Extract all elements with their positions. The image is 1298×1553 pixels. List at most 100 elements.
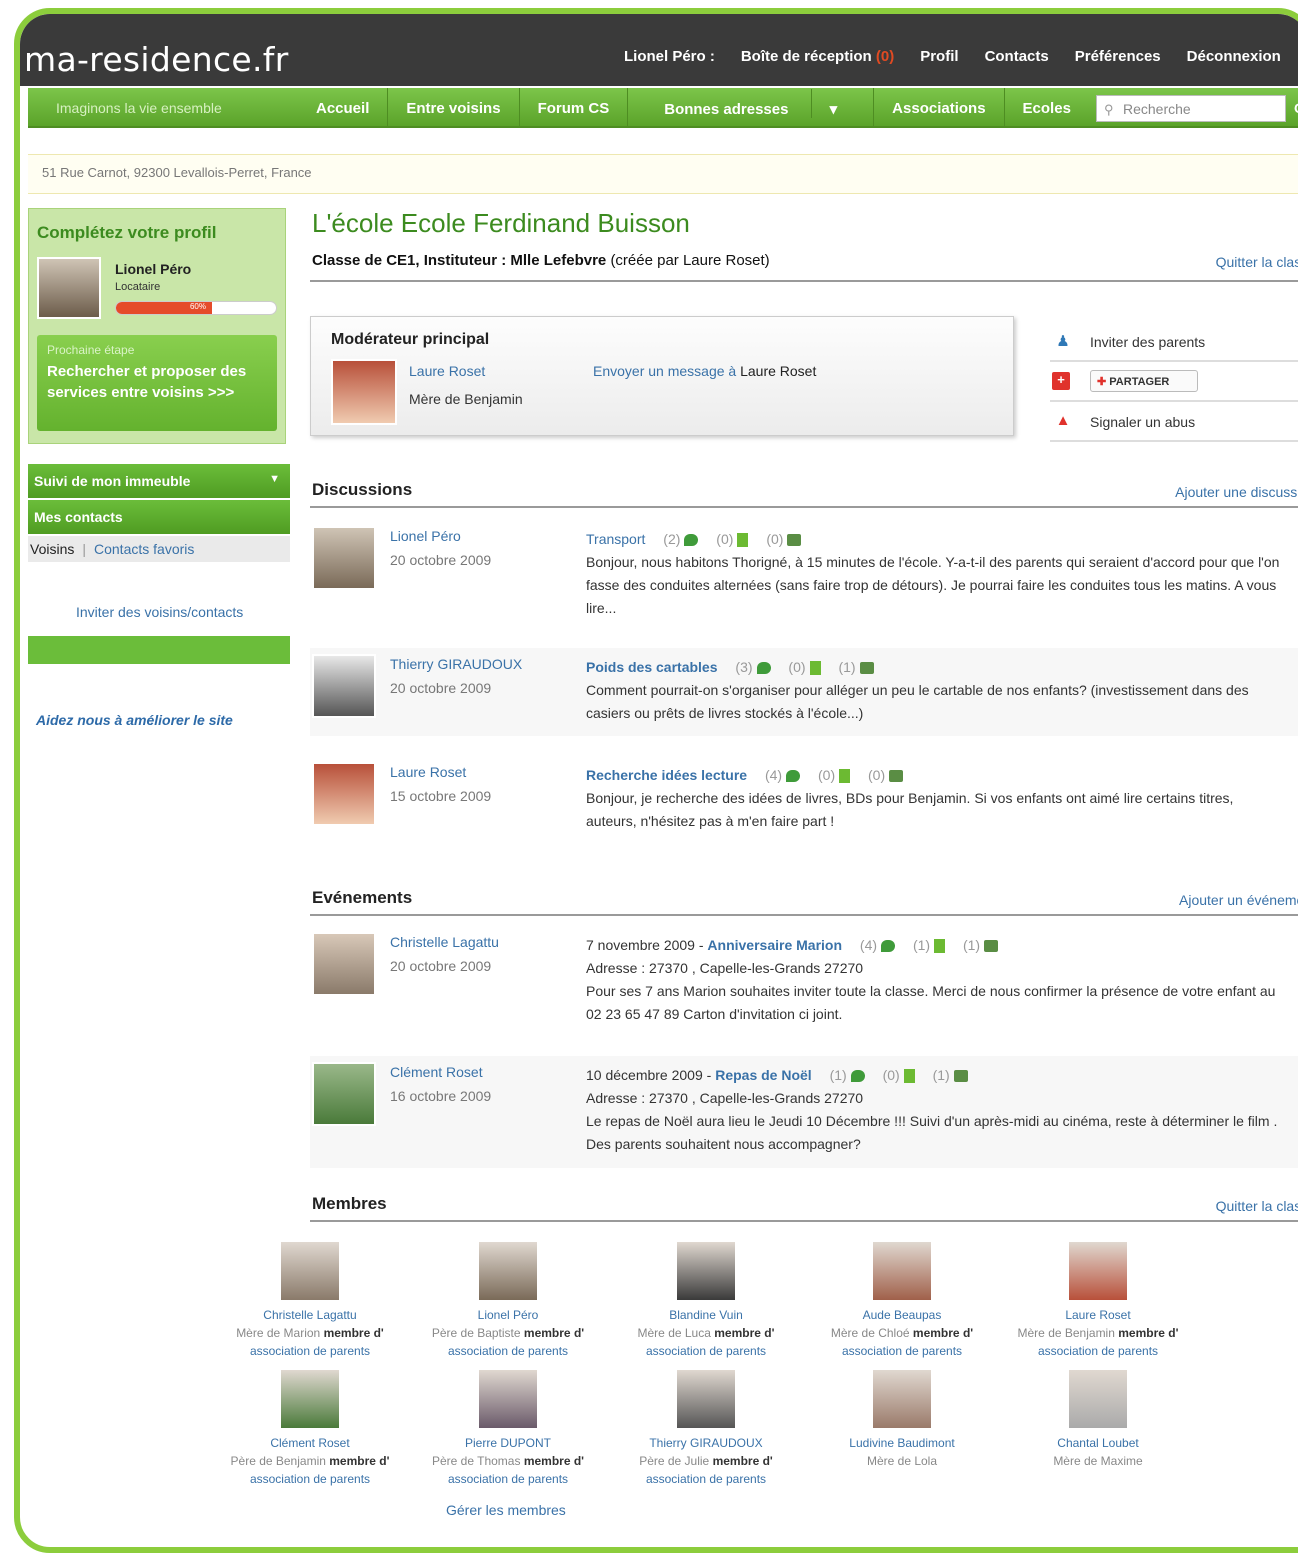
avatar[interactable] <box>477 1368 539 1430</box>
warning-icon: ▲ <box>1055 412 1071 429</box>
association-link[interactable]: association de parents <box>842 1344 962 1358</box>
discussion-date: 15 octobre 2009 <box>390 788 492 804</box>
member-card[interactable]: Aude Beaupas Mère de Chloé membre d' assoc… <box>804 1240 1000 1360</box>
association-link[interactable]: association de parents <box>646 1472 766 1486</box>
member-card[interactable]: Lionel Péro Père de Baptiste membre d' ass… <box>410 1240 606 1360</box>
event-title[interactable]: Anniversaire Marion <box>707 937 842 953</box>
comment-icon <box>684 534 699 547</box>
nav-item-associations[interactable]: Associations <box>873 88 1003 126</box>
nav-item-accueil[interactable]: Accueil <box>298 88 387 126</box>
discussion-title[interactable]: Transport <box>586 531 645 547</box>
avatar[interactable] <box>312 932 376 996</box>
avatar[interactable] <box>1067 1368 1129 1430</box>
menu-building-followup[interactable]: Suivi de mon immeuble ▼ <box>28 464 290 498</box>
search-input[interactable]: ⚲ Recherche <box>1096 95 1286 122</box>
association-link[interactable]: association de parents <box>448 1472 568 1486</box>
member-name[interactable]: Thierry GIRAUDOUX <box>608 1434 804 1452</box>
report-abuse-action[interactable]: ▲ Signaler un abus <box>1050 402 1298 442</box>
preferences-link[interactable]: Préférences <box>1075 48 1161 65</box>
association-link[interactable]: association de parents <box>646 1344 766 1358</box>
member-role: Père de Benjamin <box>230 1454 326 1468</box>
logout-link[interactable]: Déconnexion <box>1187 48 1281 65</box>
contacts-link[interactable]: Contacts <box>985 48 1049 65</box>
user-name[interactable]: Lionel Péro <box>115 261 191 277</box>
member-card[interactable]: Thierry GIRAUDOUX Père de Julie membre d'… <box>608 1368 804 1488</box>
member-name[interactable]: Aude Beaupas <box>804 1306 1000 1324</box>
avatar[interactable] <box>37 257 101 319</box>
avatar[interactable] <box>675 1240 737 1302</box>
member-card[interactable]: Christelle Lagattu Mère de Marion membre … <box>212 1240 408 1360</box>
members-heading: Membres <box>312 1194 387 1213</box>
association-link[interactable]: association de parents <box>250 1472 370 1486</box>
member-card[interactable]: Ludivine Baudimont Mère de Lola <box>804 1368 1000 1470</box>
event-author[interactable]: Clément Roset <box>390 1064 483 1080</box>
share-button[interactable]: ✚ PARTAGER <box>1090 370 1198 392</box>
avatar[interactable] <box>279 1368 341 1430</box>
invite-neighbors-link[interactable]: Inviter des voisins/contacts <box>76 604 243 620</box>
discussion-author[interactable]: Thierry GIRAUDOUX <box>390 656 522 672</box>
discussion-row: Thierry GIRAUDOUX 20 octobre 2009 Poids … <box>310 648 1298 736</box>
search-button[interactable]: OK <box>1294 100 1298 116</box>
event-author[interactable]: Christelle Lagattu <box>390 934 499 950</box>
avatar[interactable] <box>312 1062 376 1126</box>
tab-favorites[interactable]: Contacts favoris <box>94 541 194 557</box>
member-card[interactable]: Blandine Vuin Mère de Luca membre d' assoc… <box>608 1240 804 1360</box>
quit-class-link-members[interactable]: Quitter la classe <box>1216 1198 1298 1214</box>
nav-item-forum[interactable]: Forum CS <box>518 88 628 126</box>
avatar[interactable] <box>312 654 376 718</box>
profile-completion-title[interactable]: Complétez votre profil <box>37 223 216 243</box>
nav-item-ecoles[interactable]: Ecoles <box>1003 88 1089 126</box>
moderator-name[interactable]: Laure Roset <box>409 363 485 379</box>
avatar[interactable] <box>675 1368 737 1430</box>
avatar[interactable] <box>312 526 376 590</box>
inbox-link[interactable]: Boîte de réception (0) <box>741 48 894 65</box>
association-link[interactable]: association de parents <box>1038 1344 1158 1358</box>
avatar[interactable] <box>871 1368 933 1430</box>
nav-item-bonnes-adresses[interactable]: Bonnes adresses ▾ <box>627 88 873 126</box>
discussion-content: Recherche idées lecture (4) (0) (0) Bonj… <box>586 764 1286 833</box>
quit-class-link[interactable]: Quitter la classe <box>1216 254 1298 270</box>
avatar[interactable] <box>1067 1240 1129 1302</box>
profile-link[interactable]: Profil <box>920 48 958 65</box>
nav-item-entre-voisins[interactable]: Entre voisins <box>387 88 518 126</box>
avatar[interactable] <box>477 1240 539 1302</box>
member-card[interactable]: Chantal Loubet Mère de Maxime <box>1000 1368 1196 1470</box>
tab-neighbors[interactable]: Voisins <box>30 541 74 557</box>
discussion-title[interactable]: Recherche idées lecture <box>586 767 747 783</box>
member-name[interactable]: Pierre DUPONT <box>410 1434 606 1452</box>
discussion-title[interactable]: Poids des cartables <box>586 659 718 675</box>
avatar[interactable] <box>279 1240 341 1302</box>
member-name[interactable]: Blandine Vuin <box>608 1306 804 1324</box>
site-logo[interactable]: ma-residence.fr <box>24 40 289 79</box>
send-message-link[interactable]: Envoyer un message à Laure Roset <box>593 363 816 379</box>
next-step-link[interactable]: Rechercher et proposer des services entr… <box>47 361 262 403</box>
member-name[interactable]: Laure Roset <box>1000 1306 1196 1324</box>
next-step-box[interactable]: Prochaine étape Rechercher et proposer d… <box>37 335 277 431</box>
member-card[interactable]: Clément Roset Père de Benjamin membre d' a… <box>212 1368 408 1488</box>
menu-my-contacts[interactable]: Mes contacts <box>28 500 290 534</box>
member-name[interactable]: Lionel Péro <box>410 1306 606 1324</box>
member-card[interactable]: Laure Roset Mère de Benjamin membre d' ass… <box>1000 1240 1196 1360</box>
discussion-author[interactable]: Lionel Péro <box>390 528 461 544</box>
member-name[interactable]: Christelle Lagattu <box>212 1306 408 1324</box>
member-name[interactable]: Ludivine Baudimont <box>804 1434 1000 1452</box>
add-discussion-link[interactable]: Ajouter une discussion <box>1175 484 1298 500</box>
invite-parents-action[interactable]: ♟ Inviter des parents <box>1050 322 1298 362</box>
association-link[interactable]: association de parents <box>448 1344 568 1358</box>
invite-parents-label: Inviter des parents <box>1090 334 1206 350</box>
member-name[interactable]: Clément Roset <box>212 1434 408 1452</box>
add-event-link[interactable]: Ajouter un événement <box>1179 892 1298 908</box>
discussion-author[interactable]: Laure Roset <box>390 764 466 780</box>
manage-members-link[interactable]: Gérer les membres <box>446 1502 566 1518</box>
avatar[interactable] <box>871 1240 933 1302</box>
avatar[interactable] <box>312 762 376 826</box>
comment-icon <box>881 940 896 953</box>
member-name[interactable]: Chantal Loubet <box>1000 1434 1196 1452</box>
member-of-label: membre d' <box>912 1326 974 1340</box>
event-title[interactable]: Repas de Noël <box>715 1067 811 1083</box>
avatar[interactable] <box>331 359 397 425</box>
member-card[interactable]: Pierre DUPONT Père de Thomas membre d' ass… <box>410 1368 606 1488</box>
tab-separator: | <box>82 541 86 557</box>
association-link[interactable]: association de parents <box>250 1344 370 1358</box>
improve-site-link[interactable]: Aidez nous à améliorer le site <box>36 712 233 728</box>
